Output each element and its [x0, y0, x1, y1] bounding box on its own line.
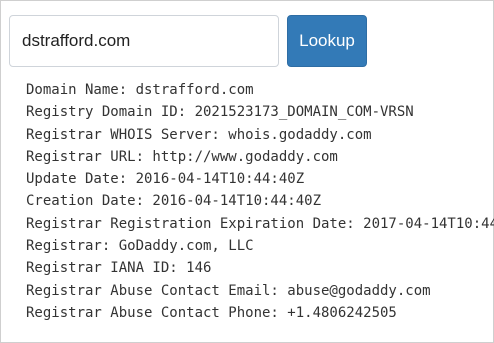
whois-line-abuse-phone: Registrar Abuse Contact Phone: +1.480624… [26, 304, 397, 321]
whois-lookup-panel: Lookup Domain Name: dstrafford.com Regis… [0, 0, 494, 343]
whois-line-creation-date: Creation Date: 2016-04-14T10:44:40Z [26, 193, 322, 210]
whois-line-registrar-url: Registrar URL: http://www.godaddy.com [26, 148, 338, 165]
whois-line-registry-domain-id: Registry Domain ID: 2021523173_DOMAIN_CO… [26, 104, 414, 121]
search-row: Lookup [9, 9, 489, 67]
whois-line-update-date: Update Date: 2016-04-14T10:44:40Z [26, 171, 305, 188]
whois-line-iana-id: Registrar IANA ID: 146 [26, 260, 212, 277]
lookup-button[interactable]: Lookup [287, 15, 367, 67]
whois-line-domain-name: Domain Name: dstrafford.com [26, 82, 254, 98]
whois-line-whois-server: Registrar WHOIS Server: whois.godaddy.co… [26, 126, 372, 143]
whois-output: Domain Name: dstrafford.com Registry Dom… [26, 79, 494, 341]
whois-line-registrar: Registrar: GoDaddy.com, LLC [26, 238, 254, 255]
whois-line-expiration-date: Registrar Registration Expiration Date: … [26, 215, 494, 232]
whois-line-abuse-email: Registrar Abuse Contact Email: abuse@god… [26, 282, 431, 299]
domain-search-input[interactable] [9, 15, 279, 67]
